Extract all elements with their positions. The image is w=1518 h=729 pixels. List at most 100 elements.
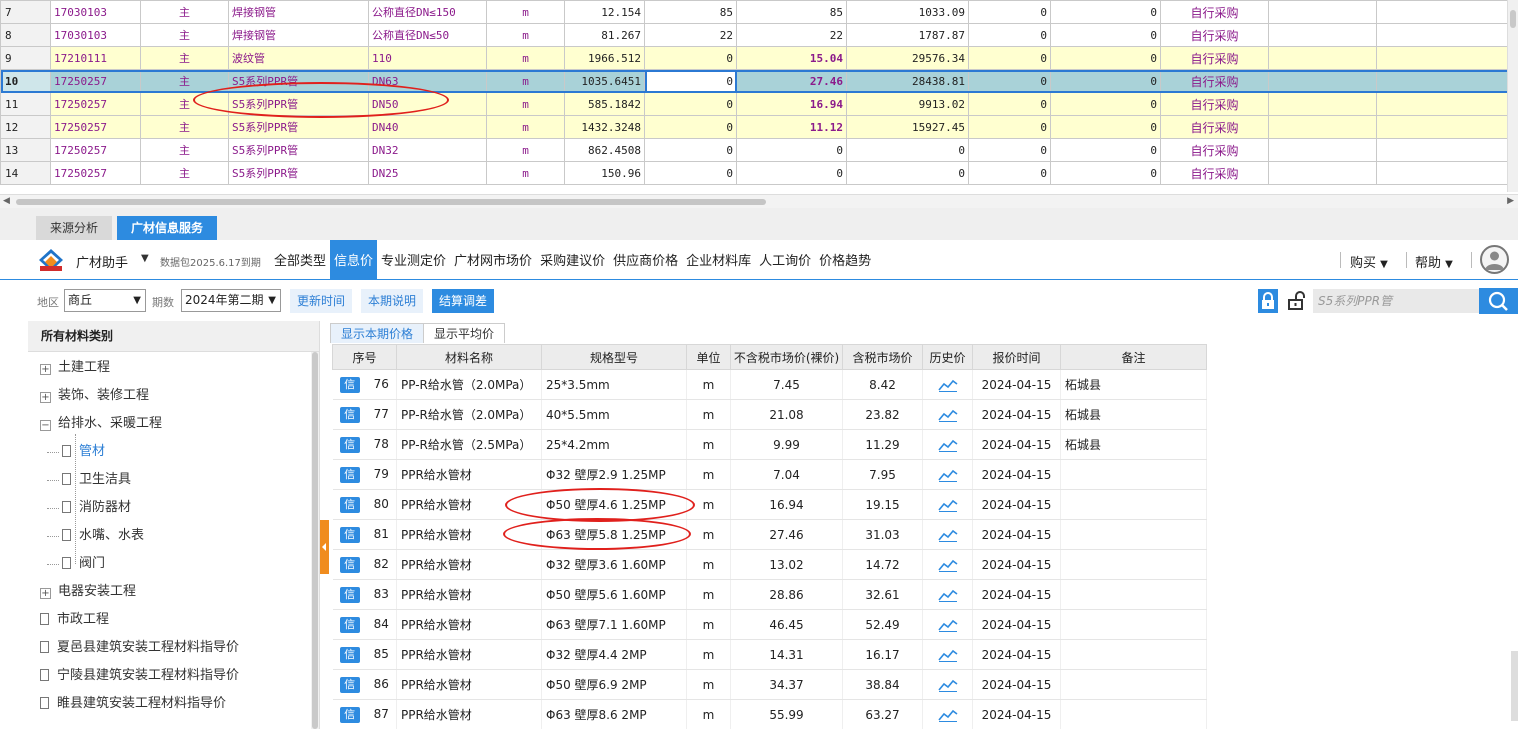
empty-cell[interactable]: [1268, 161, 1377, 185]
sidebar-item[interactable]: 睢县建筑安装工程材料指导价: [40, 694, 226, 714]
grid-row[interactable]: 7 17030103 主焊接钢管 公称直径DN≤150 m 12.154 85 85 1033.…: [0, 0, 1518, 24]
info-price-badge[interactable]: 信: [339, 526, 360, 543]
empty-cell[interactable]: [1268, 92, 1377, 116]
material-code[interactable]: 17030103: [50, 0, 141, 24]
material-type[interactable]: 主: [140, 69, 229, 93]
material-name[interactable]: S5系列PPR管: [228, 92, 369, 116]
table-row[interactable]: 信 77 PP-R给水管（2.0MPa） 40*5.5mm m 21.08 23.82 202…: [332, 399, 1207, 430]
grid-row[interactable]: 12 17250257 主 S5系列PPR管 DN40 m 1432.3248 0 11.12 1…: [0, 115, 1518, 139]
sidebar-item[interactable]: + 土建工程: [40, 358, 110, 378]
diff-total[interactable]: 0: [1050, 23, 1161, 47]
search-input[interactable]: S5系列PPR管: [1313, 289, 1479, 313]
history-price-cell[interactable]: [922, 699, 973, 729]
material-name[interactable]: S5系列PPR管: [228, 138, 369, 162]
material-name[interactable]: 焊接钢管: [228, 23, 369, 47]
info-price-badge[interactable]: 信: [339, 496, 360, 513]
column-header[interactable]: 材料名称: [396, 344, 542, 370]
empty-cell[interactable]: [1376, 46, 1518, 70]
grid-row[interactable]: 8 17030103 主焊接钢管 公称直径DN≤50 m 81.267 22 22 1787.8…: [0, 23, 1518, 47]
original-price[interactable]: 0: [644, 92, 737, 116]
material-name[interactable]: 焊接钢管: [228, 0, 369, 24]
column-header[interactable]: 规格型号: [541, 344, 687, 370]
info-price-badge[interactable]: 信: [339, 376, 360, 393]
grid-vertical-scrollbar[interactable]: [1507, 0, 1518, 192]
trend-chart-icon[interactable]: [937, 588, 958, 602]
material-type[interactable]: 主: [140, 138, 229, 162]
table-row[interactable]: 信 83 PPR给水管材 Φ50 壁厚5.6 1.60MP m 28.86 32.61 202…: [332, 579, 1207, 610]
nav-link[interactable]: 广材网市场价: [450, 240, 536, 280]
original-price[interactable]: 0: [644, 69, 737, 93]
supply-source[interactable]: 自行采购: [1160, 92, 1269, 116]
material-unit[interactable]: m: [486, 69, 565, 93]
material-name[interactable]: S5系列PPR管: [228, 115, 369, 139]
info-price-badge[interactable]: 信: [339, 556, 360, 573]
table-row[interactable]: 信 84 PPR给水管材 Φ63 壁厚7.1 1.60MP m 46.45 52.49 202…: [332, 609, 1207, 640]
material-name[interactable]: 波纹管: [228, 46, 369, 70]
total-amount[interactable]: 1787.87: [846, 23, 969, 47]
expand-icon[interactable]: +: [40, 588, 51, 599]
material-name[interactable]: S5系列PPR管: [228, 161, 369, 185]
grid-row[interactable]: 14 17250257 主 S5系列PPR管 DN25 m 150.96 0 0 0 0 0 自行采购: [0, 161, 1518, 185]
material-spec[interactable]: DN25: [368, 161, 487, 185]
history-price-cell[interactable]: [922, 489, 973, 520]
material-code[interactable]: 17250257: [50, 92, 141, 116]
diff-value[interactable]: 0: [968, 138, 1051, 162]
trend-chart-icon[interactable]: [937, 558, 958, 572]
trend-chart-icon[interactable]: [937, 528, 958, 542]
tab-current-price[interactable]: 显示本期价格: [330, 323, 425, 343]
sidebar-item[interactable]: + 电器安装工程: [40, 582, 136, 602]
empty-cell[interactable]: [1376, 161, 1518, 185]
trend-chart-icon[interactable]: [937, 468, 958, 482]
diff-value[interactable]: 0: [968, 46, 1051, 70]
trend-chart-icon[interactable]: [937, 648, 958, 662]
row-number[interactable]: 9: [0, 46, 51, 70]
price-table-scrollbar[interactable]: [1511, 651, 1518, 721]
history-price-cell[interactable]: [922, 519, 973, 550]
material-unit[interactable]: m: [486, 92, 565, 116]
grid-horizontal-scrollbar[interactable]: ◀ ▶: [0, 194, 1518, 208]
row-number[interactable]: 12: [0, 115, 51, 139]
material-unit[interactable]: m: [486, 0, 565, 24]
original-price[interactable]: 0: [644, 138, 737, 162]
info-price-badge[interactable]: 信: [339, 406, 360, 423]
sidebar-item[interactable]: 市政工程: [40, 610, 109, 630]
expand-icon[interactable]: +: [40, 364, 51, 375]
trend-chart-icon[interactable]: [937, 678, 958, 692]
empty-cell[interactable]: [1376, 92, 1518, 116]
original-price[interactable]: 22: [644, 23, 737, 47]
history-price-cell[interactable]: [922, 459, 973, 490]
material-type[interactable]: 主: [140, 0, 229, 24]
material-spec[interactable]: 公称直径DN≤150: [368, 0, 487, 24]
empty-cell[interactable]: [1376, 138, 1518, 162]
material-type[interactable]: 主: [140, 46, 229, 70]
diff-value[interactable]: 0: [968, 115, 1051, 139]
original-price[interactable]: 0: [644, 115, 737, 139]
material-spec[interactable]: DN63: [368, 69, 487, 93]
market-price[interactable]: 11.12: [736, 115, 847, 139]
info-price-badge[interactable]: 信: [339, 436, 360, 453]
sidebar-item[interactable]: 水嘴、水表: [62, 526, 144, 546]
buy-menu[interactable]: 购买 ▼: [1350, 252, 1388, 271]
material-type[interactable]: 主: [140, 23, 229, 47]
diff-total[interactable]: 0: [1050, 161, 1161, 185]
trend-chart-icon[interactable]: [937, 438, 958, 452]
settle-diff-button[interactable]: 结算调差: [432, 289, 495, 313]
total-amount[interactable]: 0: [846, 161, 969, 185]
material-type[interactable]: 主: [140, 115, 229, 139]
sidebar-item[interactable]: 卫生洁具: [62, 470, 131, 490]
period-note-button[interactable]: 本期说明: [361, 289, 424, 313]
quantity[interactable]: 585.1842: [564, 92, 645, 116]
trend-chart-icon[interactable]: [937, 618, 958, 632]
info-price-badge[interactable]: 信: [339, 586, 360, 603]
quantity[interactable]: 1432.3248: [564, 115, 645, 139]
empty-cell[interactable]: [1376, 69, 1518, 93]
material-code[interactable]: 17250257: [50, 161, 141, 185]
empty-cell[interactable]: [1268, 69, 1377, 93]
info-price-badge[interactable]: 信: [339, 616, 360, 633]
empty-cell[interactable]: [1268, 138, 1377, 162]
material-unit[interactable]: m: [486, 115, 565, 139]
tab-source-analysis[interactable]: 来源分析: [36, 216, 113, 240]
total-amount[interactable]: 15927.45: [846, 115, 969, 139]
material-name[interactable]: S5系列PPR管: [228, 69, 369, 93]
sidebar-item[interactable]: − 给排水、采暖工程: [40, 414, 162, 434]
